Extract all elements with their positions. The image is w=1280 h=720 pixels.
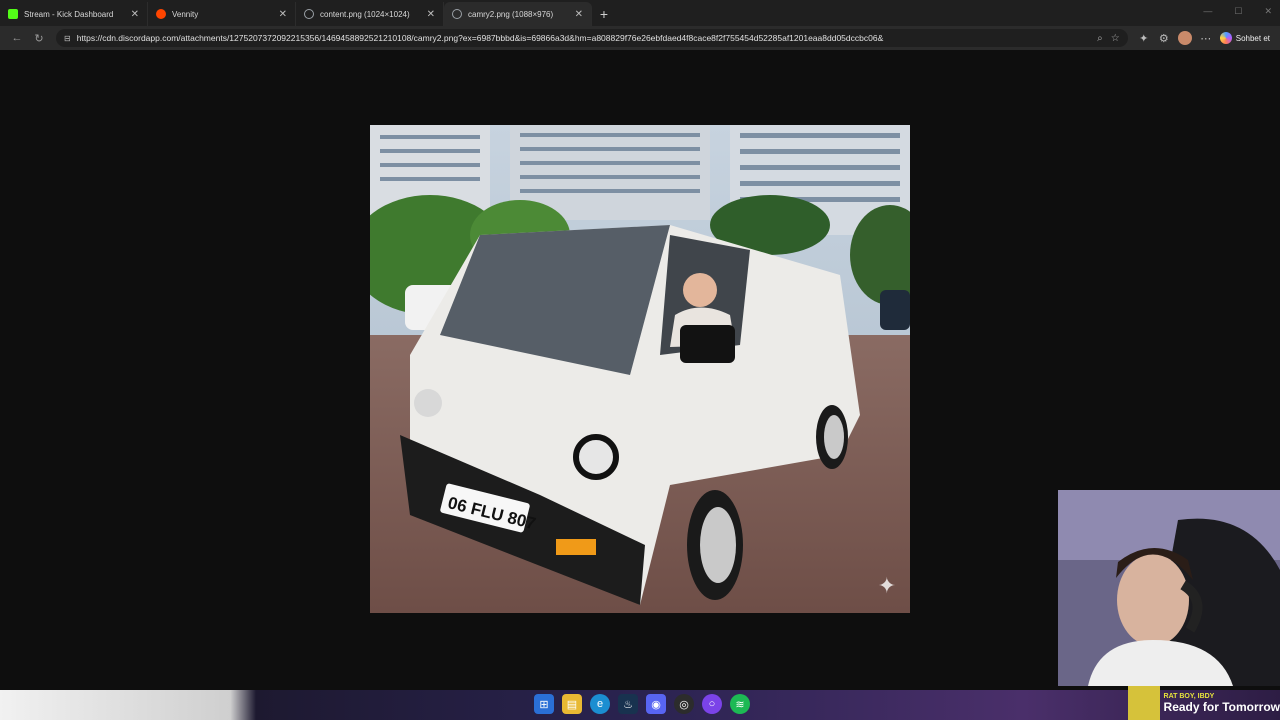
tab-title: Vennity xyxy=(172,9,199,19)
close-icon[interactable]: ✕ xyxy=(279,9,287,20)
copilot-label: Sohbet et xyxy=(1235,33,1270,43)
globe-icon xyxy=(452,9,462,19)
tab-vennity[interactable]: Vennity ✕ xyxy=(148,2,296,26)
extensions-icon[interactable]: ✦ xyxy=(1134,32,1154,45)
now-playing-widget: RAT BOY, IBDY Ready for Tomorrow xyxy=(1128,686,1280,720)
spotify-icon[interactable]: ≋ xyxy=(730,694,750,714)
windows-start-icon[interactable]: ⊞ xyxy=(534,694,554,714)
close-icon[interactable]: ✕ xyxy=(131,9,139,20)
window-controls: — ☐ ✕ xyxy=(1203,6,1272,17)
address-field[interactable]: ⊟ https://cdn.discordapp.com/attachments… xyxy=(56,29,1128,47)
refresh-icon[interactable]: ↻ xyxy=(28,32,50,45)
new-tab-button[interactable]: + xyxy=(592,2,616,26)
steam-icon[interactable]: ♨ xyxy=(618,694,638,714)
now-playing-artist: RAT BOY, IBDY xyxy=(1163,692,1215,700)
close-window-icon[interactable]: ✕ xyxy=(1264,6,1272,17)
file-explorer-icon[interactable]: ▤ xyxy=(562,694,582,714)
url-text: https://cdn.discordapp.com/attachments/1… xyxy=(76,33,884,43)
tab-strip: Stream - Kick Dashboard ✕ Vennity ✕ cont… xyxy=(0,0,1280,26)
tab-camry2-png[interactable]: camry2.png (1088×976) ✕ xyxy=(444,2,592,26)
address-toolbar: ← ↻ ⊟ https://cdn.discordapp.com/attachm… xyxy=(0,26,1280,50)
now-playing-title: Ready for Tomorrow xyxy=(1163,699,1280,714)
favorite-star-icon[interactable]: ☆ xyxy=(1111,33,1120,44)
webcam-overlay xyxy=(1058,490,1280,686)
close-icon[interactable]: ✕ xyxy=(427,9,435,20)
zoom-icon[interactable]: ⌕ xyxy=(1097,33,1103,44)
streamer-illustration xyxy=(1058,490,1280,686)
globe-icon xyxy=(304,9,314,19)
collections-icon[interactable]: ⚙ xyxy=(1154,32,1174,45)
tab-title: content.png (1024×1024) xyxy=(320,9,410,19)
sparkle-icon: ✦ xyxy=(877,573,896,598)
tab-kick-dashboard[interactable]: Stream - Kick Dashboard ✕ xyxy=(0,2,148,26)
taskbar-pinned-apps: ⊞ ▤ e ♨ ◉ ◎ ○ ≋ xyxy=(534,694,750,714)
site-info-icon[interactable]: ⊟ xyxy=(64,34,71,43)
album-art xyxy=(1128,686,1160,720)
maximize-icon[interactable]: ☐ xyxy=(1234,6,1242,17)
tab-content-png[interactable]: content.png (1024×1024) ✕ xyxy=(296,2,444,26)
twitch-like-app-icon[interactable]: ○ xyxy=(702,694,722,714)
displayed-image[interactable]: 06 FLU 807 ✦ xyxy=(370,125,910,613)
minimize-icon[interactable]: — xyxy=(1203,6,1212,17)
back-icon[interactable]: ← xyxy=(6,32,28,44)
tab-title: camry2.png (1088×976) xyxy=(468,9,554,19)
photo-van-illustration: 06 FLU 807 xyxy=(370,125,910,613)
edge-browser-icon[interactable]: e xyxy=(590,694,610,714)
reddit-icon xyxy=(156,9,166,19)
tab-title: Stream - Kick Dashboard xyxy=(24,9,114,19)
kick-icon xyxy=(8,9,18,19)
discord-icon[interactable]: ◉ xyxy=(646,694,666,714)
close-icon[interactable]: ✕ xyxy=(575,9,583,20)
copilot-icon xyxy=(1219,32,1232,44)
more-menu-icon[interactable]: ⋯ xyxy=(1196,32,1216,45)
obs-icon[interactable]: ◎ xyxy=(674,694,694,714)
copilot-button[interactable]: Sohbet et xyxy=(1216,32,1274,44)
profile-avatar[interactable] xyxy=(1177,31,1192,45)
